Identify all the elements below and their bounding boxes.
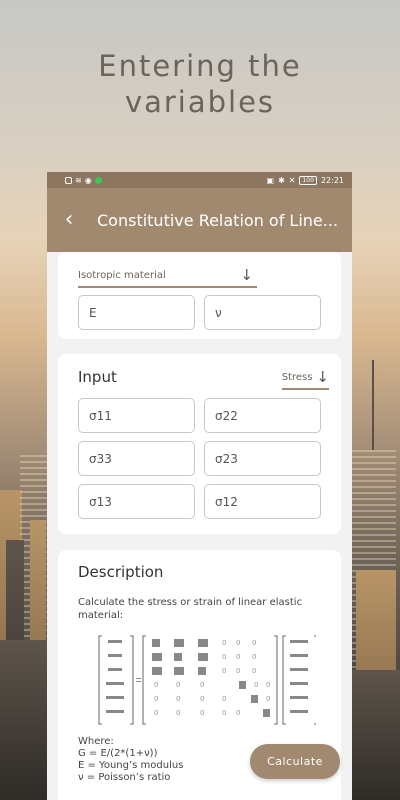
svg-text:0: 0 <box>236 667 240 675</box>
svg-text:0: 0 <box>176 695 180 703</box>
material-dropdown-label: Isotropic material <box>78 269 166 281</box>
arrow-down-icon: ↓ <box>240 266 253 284</box>
compliance-matrix-equation: 000 000 000 00000 00000 00000 <box>98 635 316 725</box>
material-card: Isotropic material ↓ E ν <box>58 252 341 339</box>
headline-line2: variables <box>124 85 276 119</box>
input-card: Input Stress ↓ σ11 σ22 σ33 σ23 σ13 σ12 <box>58 354 341 534</box>
sigma23-field[interactable]: σ23 <box>204 441 321 476</box>
status-bar: ≋ ◉ ▣ ✱ ✕ 100 22:21 <box>47 172 352 188</box>
input-title: Input <box>78 368 117 386</box>
app-icon <box>94 176 102 184</box>
svg-text:0: 0 <box>176 709 180 717</box>
calculate-button[interactable]: Calculate <box>250 744 340 779</box>
battery-icon: 100 <box>299 175 317 185</box>
poisson-ratio-field[interactable]: ν <box>204 295 321 330</box>
sigma22-field[interactable]: σ22 <box>204 398 321 433</box>
svg-text:0: 0 <box>236 639 240 647</box>
svg-text:0: 0 <box>176 681 180 689</box>
sigma11-field[interactable]: σ11 <box>78 398 195 433</box>
svg-text:0: 0 <box>154 695 158 703</box>
stress-dropdown-label: Stress <box>281 371 313 383</box>
svg-text:0: 0 <box>236 653 240 661</box>
svg-text:0: 0 <box>254 681 258 689</box>
svg-text:0: 0 <box>200 709 204 717</box>
svg-text:0: 0 <box>252 653 256 661</box>
svg-text:0: 0 <box>154 709 158 717</box>
svg-text:0: 0 <box>266 681 270 689</box>
where-line: G = E/(2*(1+ν)) <box>78 748 158 759</box>
sigma33-field[interactable]: σ33 <box>78 441 195 476</box>
phone-screen: ≋ ◉ ▣ ✱ ✕ 100 22:21 ‹ Constitutive Relat… <box>47 172 352 800</box>
svg-text:0: 0 <box>200 681 204 689</box>
youngs-modulus-field[interactable]: E <box>78 295 195 330</box>
clock: 22:21 <box>320 175 344 185</box>
svg-text:0: 0 <box>222 667 226 675</box>
bluetooth-icon: ✱ <box>278 175 285 185</box>
where-line: Where: <box>78 736 114 747</box>
app-bar: ‹ Constitutive Relation of Line... <box>47 188 352 252</box>
page-title: Constitutive Relation of Line... <box>97 210 339 230</box>
svg-text:0: 0 <box>200 695 204 703</box>
description-title: Description <box>78 563 164 581</box>
where-line: E = Young’s modulus <box>78 760 184 771</box>
sigma13-field[interactable]: σ13 <box>78 484 195 519</box>
description-text: Calculate the stress or strain of linear… <box>78 597 303 621</box>
svg-text:0: 0 <box>222 653 226 661</box>
sigma12-field[interactable]: σ12 <box>204 484 321 519</box>
svg-text:0: 0 <box>222 695 226 703</box>
eye-icon: ◉ <box>84 175 92 185</box>
svg-text:0: 0 <box>266 695 270 703</box>
back-arrow-icon[interactable]: ‹ <box>61 209 77 231</box>
description-where: Where: G = E/(2*(1+ν)) E = Young’s modul… <box>78 736 183 784</box>
headline: Entering the variables <box>0 48 400 120</box>
headline-line1: Entering the <box>98 49 302 83</box>
wifi-icon: ≋ <box>75 175 82 185</box>
stress-dropdown[interactable]: Stress ↓ <box>281 368 329 390</box>
material-dropdown[interactable]: Isotropic material ↓ <box>78 264 257 288</box>
notification-icon <box>65 176 72 184</box>
svg-text:0: 0 <box>154 681 158 689</box>
svg-text:0: 0 <box>236 709 240 717</box>
arrow-down-icon: ↓ <box>316 368 329 386</box>
where-line: ν = Poisson’s ratio <box>78 772 171 783</box>
svg-text:0: 0 <box>252 667 256 675</box>
svg-text:0: 0 <box>222 639 226 647</box>
mute-icon: ✕ <box>288 175 296 185</box>
nfc-icon: ▣ <box>266 175 275 185</box>
svg-text:0: 0 <box>252 639 256 647</box>
svg-text:0: 0 <box>222 709 226 717</box>
